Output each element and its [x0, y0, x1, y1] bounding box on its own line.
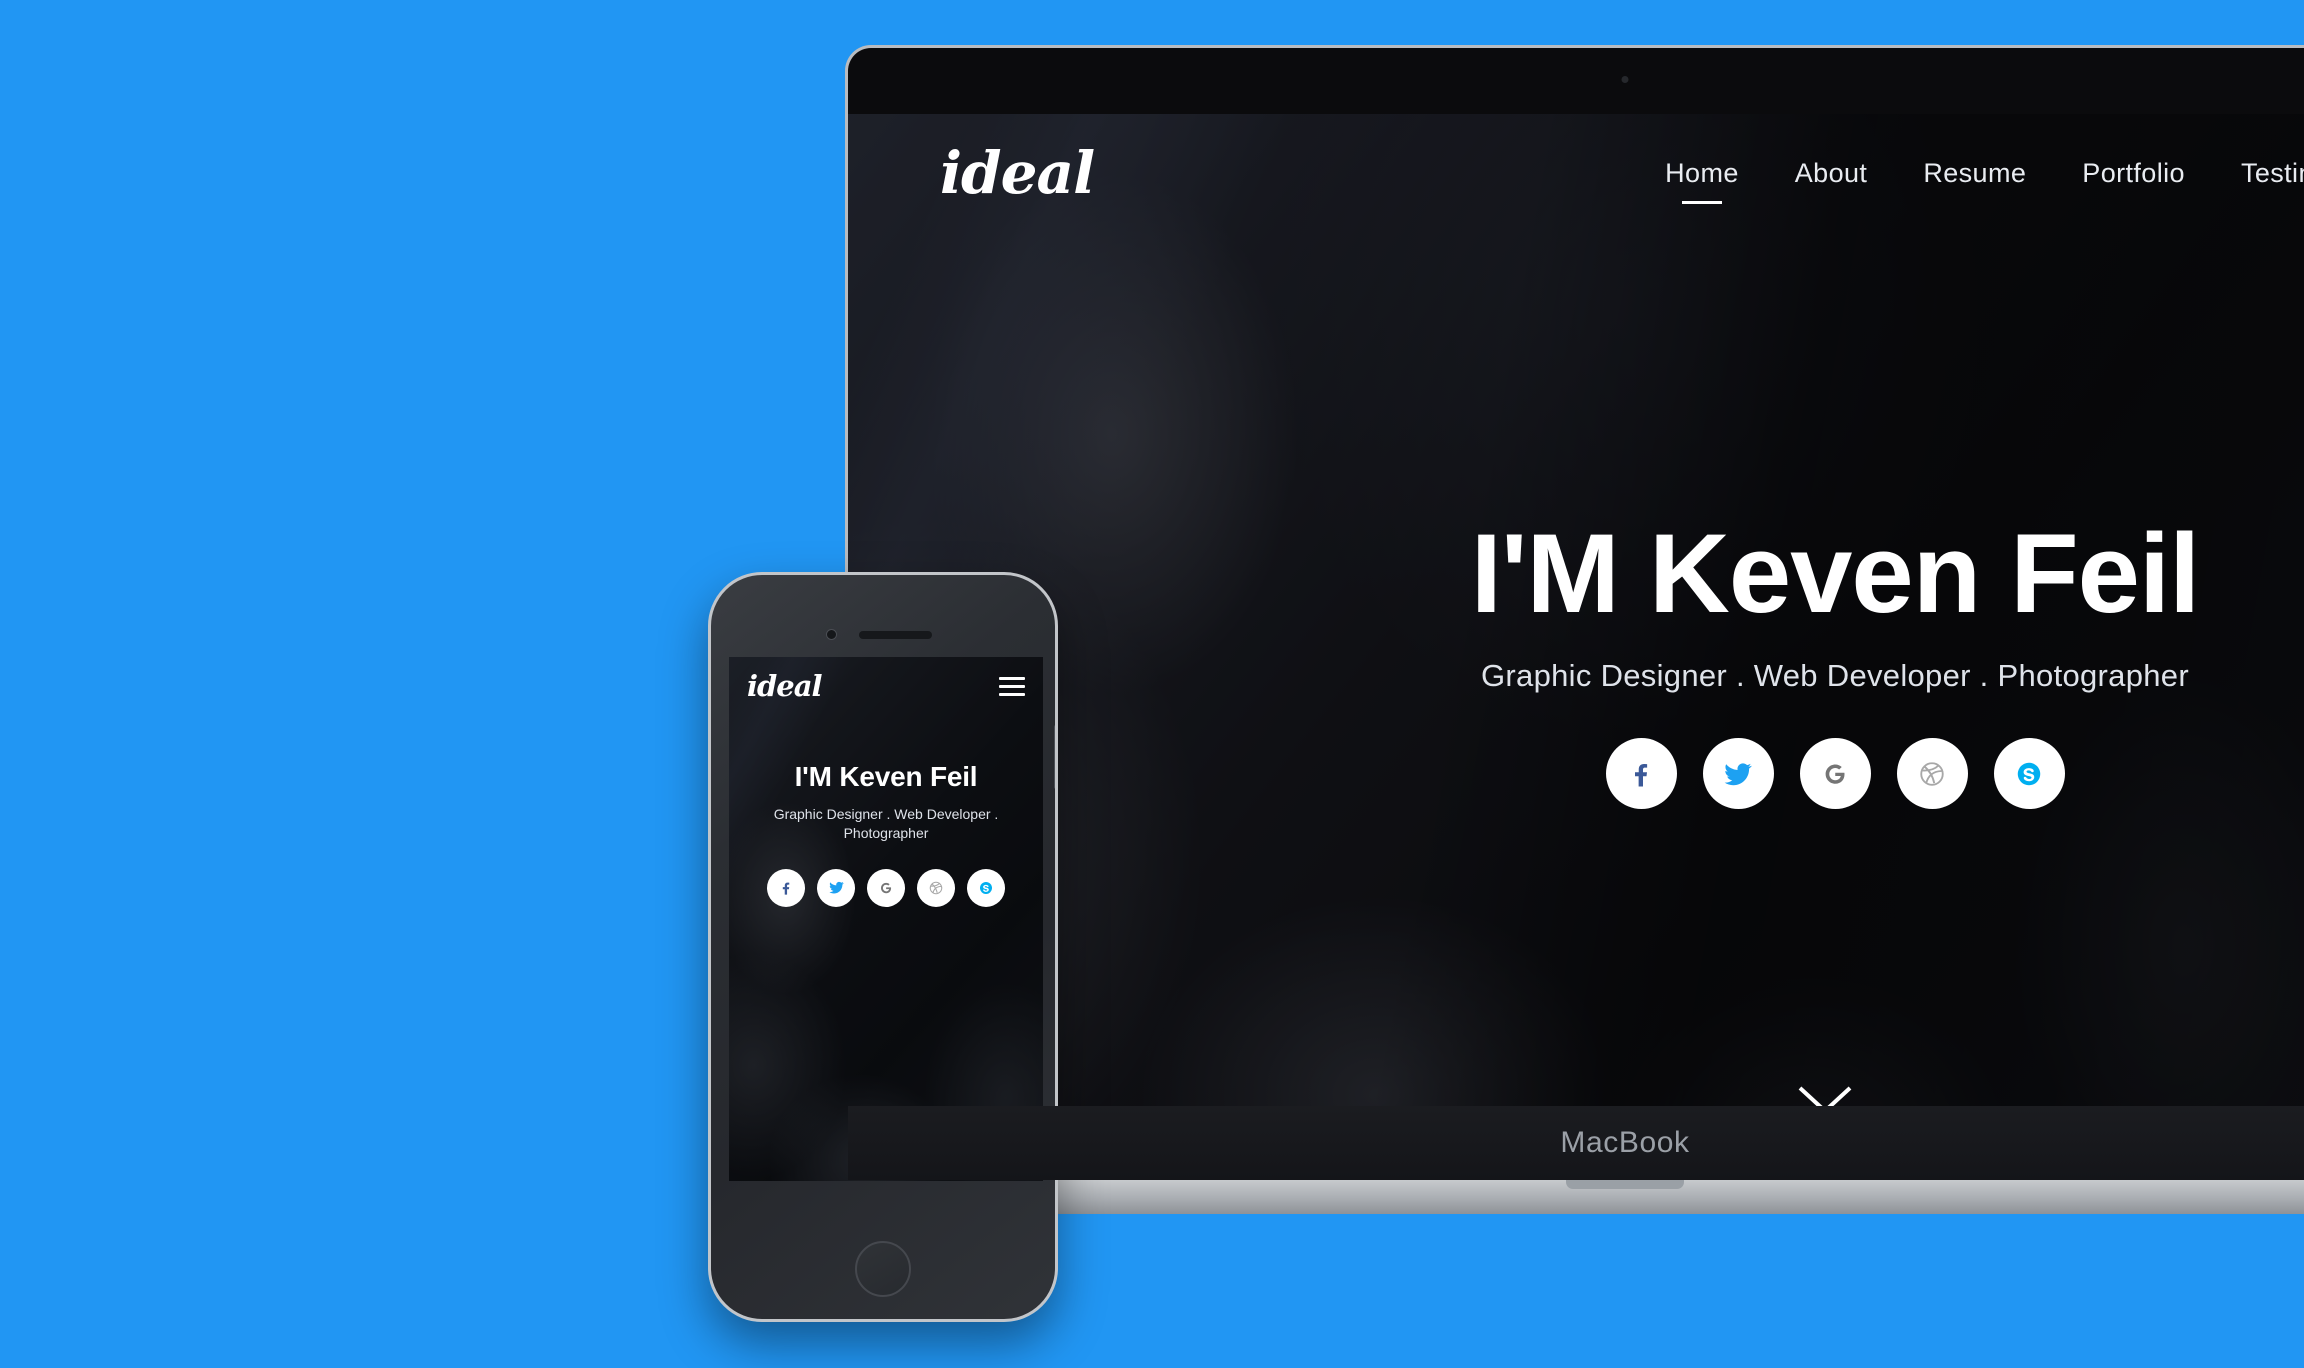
nav-item-about[interactable]: About — [1767, 158, 1896, 189]
skype-icon — [980, 881, 992, 894]
laptop-lid: ideal Home About Resume Portfolio Testim… — [845, 45, 2304, 1180]
nav-item-testimonials[interactable]: Testimonia — [2213, 158, 2304, 189]
site-logo[interactable]: ideal — [940, 139, 1095, 207]
google-icon — [881, 882, 892, 893]
hamburger-bar — [999, 684, 1025, 688]
social-link-dribbble[interactable] — [1896, 738, 1968, 810]
dribbble-icon — [929, 881, 943, 895]
phone-home-button[interactable] — [855, 1241, 911, 1297]
phone-social-link-google[interactable] — [867, 868, 905, 907]
phone-social-links — [745, 868, 1027, 907]
phone-hero-subtitle: Graphic Designer . Web Developer . Photo… — [773, 806, 999, 841]
nav-links: Home About Resume Portfolio Testimonia — [1637, 158, 2304, 189]
hamburger-bar — [999, 692, 1025, 696]
phone-site-logo[interactable]: ideal — [747, 669, 823, 703]
phone-social-link-skype[interactable] — [967, 868, 1005, 907]
facebook-icon — [1635, 763, 1648, 787]
social-link-skype[interactable] — [1993, 738, 2065, 810]
phone-social-link-dribbble[interactable] — [917, 868, 955, 907]
hamburger-menu-icon[interactable] — [999, 676, 1025, 696]
dribbble-icon — [1920, 762, 1944, 786]
twitter-icon — [1724, 763, 1752, 785]
hero-title: I'M Keven Feil — [1470, 510, 2200, 636]
google-icon — [1825, 764, 1845, 784]
social-link-facebook[interactable] — [1605, 738, 1677, 810]
webcam-icon — [1621, 76, 1629, 83]
nav-item-home[interactable]: Home — [1637, 158, 1767, 189]
hero-section: I'M Keven Feil Graphic Designer . Web De… — [848, 114, 2304, 1180]
skype-icon — [2017, 762, 2041, 786]
laptop-base-notch — [1566, 1180, 1684, 1189]
social-link-twitter[interactable] — [1702, 738, 1774, 810]
facebook-icon — [782, 882, 790, 895]
laptop-screen: ideal Home About Resume Portfolio Testim… — [848, 114, 2304, 1180]
hero-subtitle: Graphic Designer . Web Developer . Photo… — [1481, 658, 2189, 694]
phone-hero-title: I'M Keven Feil — [794, 761, 978, 792]
laptop-bottom-bezel: MacBook — [848, 1106, 2304, 1180]
nav-item-portfolio[interactable]: Portfolio — [2054, 158, 2213, 189]
phone-hero-section: I'M Keven Feil Graphic Designer . Web De… — [729, 761, 1043, 907]
macbook-device: ideal Home About Resume Portfolio Testim… — [753, 45, 2304, 1230]
phone-front-camera-icon — [826, 629, 837, 640]
social-links — [1605, 738, 2065, 810]
twitter-icon — [828, 882, 844, 894]
device-label: MacBook — [1560, 1126, 1690, 1159]
phone-social-link-twitter[interactable] — [817, 868, 855, 907]
social-link-google[interactable] — [1799, 738, 1871, 810]
phone-site-navbar: ideal — [729, 657, 1043, 715]
site-navbar: ideal Home About Resume Portfolio Testim… — [848, 130, 2304, 216]
phone-social-link-facebook[interactable] — [767, 868, 805, 907]
nav-item-resume[interactable]: Resume — [1895, 158, 2054, 189]
hamburger-bar — [999, 676, 1025, 680]
